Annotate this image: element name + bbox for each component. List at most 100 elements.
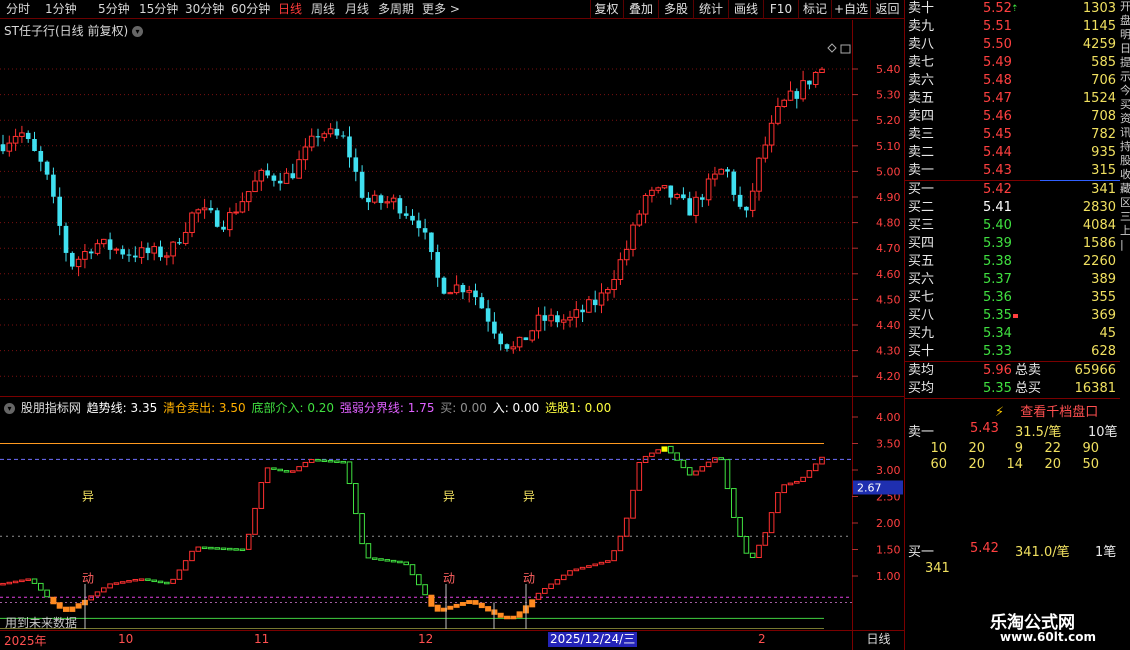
ask-row[interactable]: 卖一 5.43 315: [905, 162, 1120, 180]
candlestick-chart[interactable]: 5.40 5.30 5.20 5.10 5.00 4.90 4.80 4.70 4.60 4.50…: [0, 20, 904, 395]
indicator-name[interactable]: 股朋指标网: [21, 401, 81, 415]
level2-button[interactable]: ⚡ 查看千档盘口: [995, 401, 1115, 420]
ask-price: 5.50: [983, 37, 1012, 52]
indicator-chart[interactable]: 4.003.503.002.502.001.501.002.67 异动异动异动: [0, 397, 904, 629]
bid-row[interactable]: 买六 5.37 389: [905, 271, 1120, 289]
indicator-bar: [340, 460, 346, 464]
ask-row[interactable]: 卖五 5.47 1524: [905, 90, 1120, 108]
candle-body: [182, 231, 189, 244]
period-tab-multi[interactable]: 多周期: [378, 1, 414, 18]
ask-label: 卖一: [908, 163, 935, 178]
bid-row[interactable]: 买九 5.34 45: [905, 325, 1120, 343]
ask-label: 卖四: [908, 109, 935, 124]
indicator-bar: [12, 580, 19, 584]
indicator-bar: [88, 595, 95, 601]
indicator-bar: [195, 546, 202, 552]
chart-title: ST任子行(日线 前复权) ▾: [4, 22, 143, 39]
sell-queue-order: 9: [1014, 441, 1023, 456]
indicator-bar: [699, 466, 706, 472]
bid-price: 5.38: [983, 254, 1012, 269]
candle-body: [315, 136, 321, 138]
indicator-menu-icon[interactable]: ▾: [4, 403, 15, 414]
statistics-button[interactable]: 统计: [693, 0, 728, 19]
period-tab-more[interactable]: 更多 >: [422, 1, 460, 18]
side-strip-char: 持: [1120, 140, 1130, 153]
ask-row[interactable]: 卖七 5.49 585: [905, 54, 1120, 72]
sell-queue-order: 22: [1044, 441, 1061, 456]
candle-body: [737, 194, 743, 207]
back-button[interactable]: 返回: [870, 0, 904, 19]
period-tab-60min[interactable]: 60分钟: [231, 1, 270, 18]
ask-row[interactable]: 卖六 5.48 706: [905, 72, 1120, 90]
bid-row[interactable]: 买八 5.35 369: [905, 307, 1120, 325]
indicator-bar: [768, 512, 775, 534]
candle-body: [598, 292, 605, 306]
bid-row[interactable]: 买十 5.33 628: [905, 343, 1120, 361]
indicator-bar: [277, 468, 283, 472]
indicator-bar: [724, 459, 731, 490]
bid-row[interactable]: 买一 5.42 341: [905, 181, 1120, 199]
more-label: 更多: [422, 2, 447, 16]
period-tab-weekly[interactable]: 周线: [311, 1, 335, 18]
marker-icon: [1013, 314, 1018, 318]
mark-button[interactable]: 标记: [798, 0, 831, 19]
f10-button[interactable]: F10: [763, 0, 798, 19]
period-tab-daily[interactable]: 日线: [278, 1, 302, 18]
bid-price: 5.41: [983, 200, 1012, 215]
dropdown-circle-icon[interactable]: ▾: [131, 26, 143, 37]
draw-line-button[interactable]: 画线: [728, 0, 763, 19]
restore-rights-button[interactable]: 复权: [590, 0, 622, 19]
period-tab-15min[interactable]: 15分钟: [139, 1, 178, 18]
indicator-bar: [50, 596, 57, 605]
candle-body: [787, 90, 794, 101]
indicator-bar: [762, 532, 769, 546]
period-tab-5min[interactable]: 5分钟: [98, 1, 130, 18]
candle-body: [290, 173, 296, 179]
multi-stock-button[interactable]: 多股: [658, 0, 693, 19]
diamond-icon[interactable]: [827, 43, 837, 53]
period-tab-1min[interactable]: 1分钟: [45, 1, 77, 18]
indicator-bar: [126, 580, 132, 583]
candle-body: [435, 252, 440, 278]
indicator-bar: [655, 449, 662, 454]
bid-label: 买十: [908, 344, 935, 359]
candle-body: [504, 344, 510, 349]
bid-row[interactable]: 买五 5.38 2260: [905, 253, 1120, 271]
indicator-bar: [69, 606, 76, 612]
indicator-bar: [611, 550, 617, 562]
ask-row[interactable]: 卖四 5.46 708: [905, 108, 1120, 126]
indicator-bar: [31, 578, 38, 584]
period-tab-fenshi[interactable]: 分时: [6, 1, 30, 18]
candle-body: [371, 194, 378, 203]
overlay-button[interactable]: 叠加: [623, 0, 658, 19]
ask-row[interactable]: 卖二 5.44 935: [905, 144, 1120, 162]
bid-row[interactable]: 买三 5.40 4084: [905, 217, 1120, 235]
ask-price: 5.44: [983, 145, 1012, 160]
candle-body: [410, 215, 415, 221]
indicator-bar: [466, 600, 473, 605]
indicator-tick-label: 2.00: [876, 517, 901, 530]
ask-row[interactable]: 卖十 5.52 1303 ⇡: [905, 0, 1120, 18]
ask-row[interactable]: 卖八 5.50 4259: [905, 36, 1120, 54]
period-tab-30min[interactable]: 30分钟: [185, 1, 224, 18]
side-info-strip[interactable]: 开盘明日提示今买资讯持股收藏区三上 |: [1120, 0, 1130, 360]
side-strip-char: 资: [1120, 112, 1130, 125]
indicator-bar: [132, 578, 139, 582]
period-indicator[interactable]: 日线: [852, 630, 904, 650]
bid-row[interactable]: 买二 5.41 2830: [905, 199, 1120, 217]
candle-body: [573, 309, 580, 318]
add-watchlist-button[interactable]: +自选: [831, 0, 870, 19]
ask-price: 5.43: [983, 163, 1012, 178]
period-tab-monthly[interactable]: 月线: [345, 1, 369, 18]
candle-body: [548, 314, 554, 322]
signal-mark-yi: 异: [523, 490, 535, 504]
candle-body: [296, 159, 302, 179]
candle-body: [762, 144, 769, 159]
indicator-bar: [416, 574, 422, 586]
window-icon[interactable]: [840, 44, 851, 54]
bid-row[interactable]: 买四 5.39 1586: [905, 235, 1120, 253]
ask-row[interactable]: 卖三 5.45 782: [905, 126, 1120, 144]
bid-row[interactable]: 买七 5.36 355: [905, 289, 1120, 307]
candle-body: [510, 346, 517, 350]
ask-row[interactable]: 卖九 5.51 1145: [905, 18, 1120, 36]
